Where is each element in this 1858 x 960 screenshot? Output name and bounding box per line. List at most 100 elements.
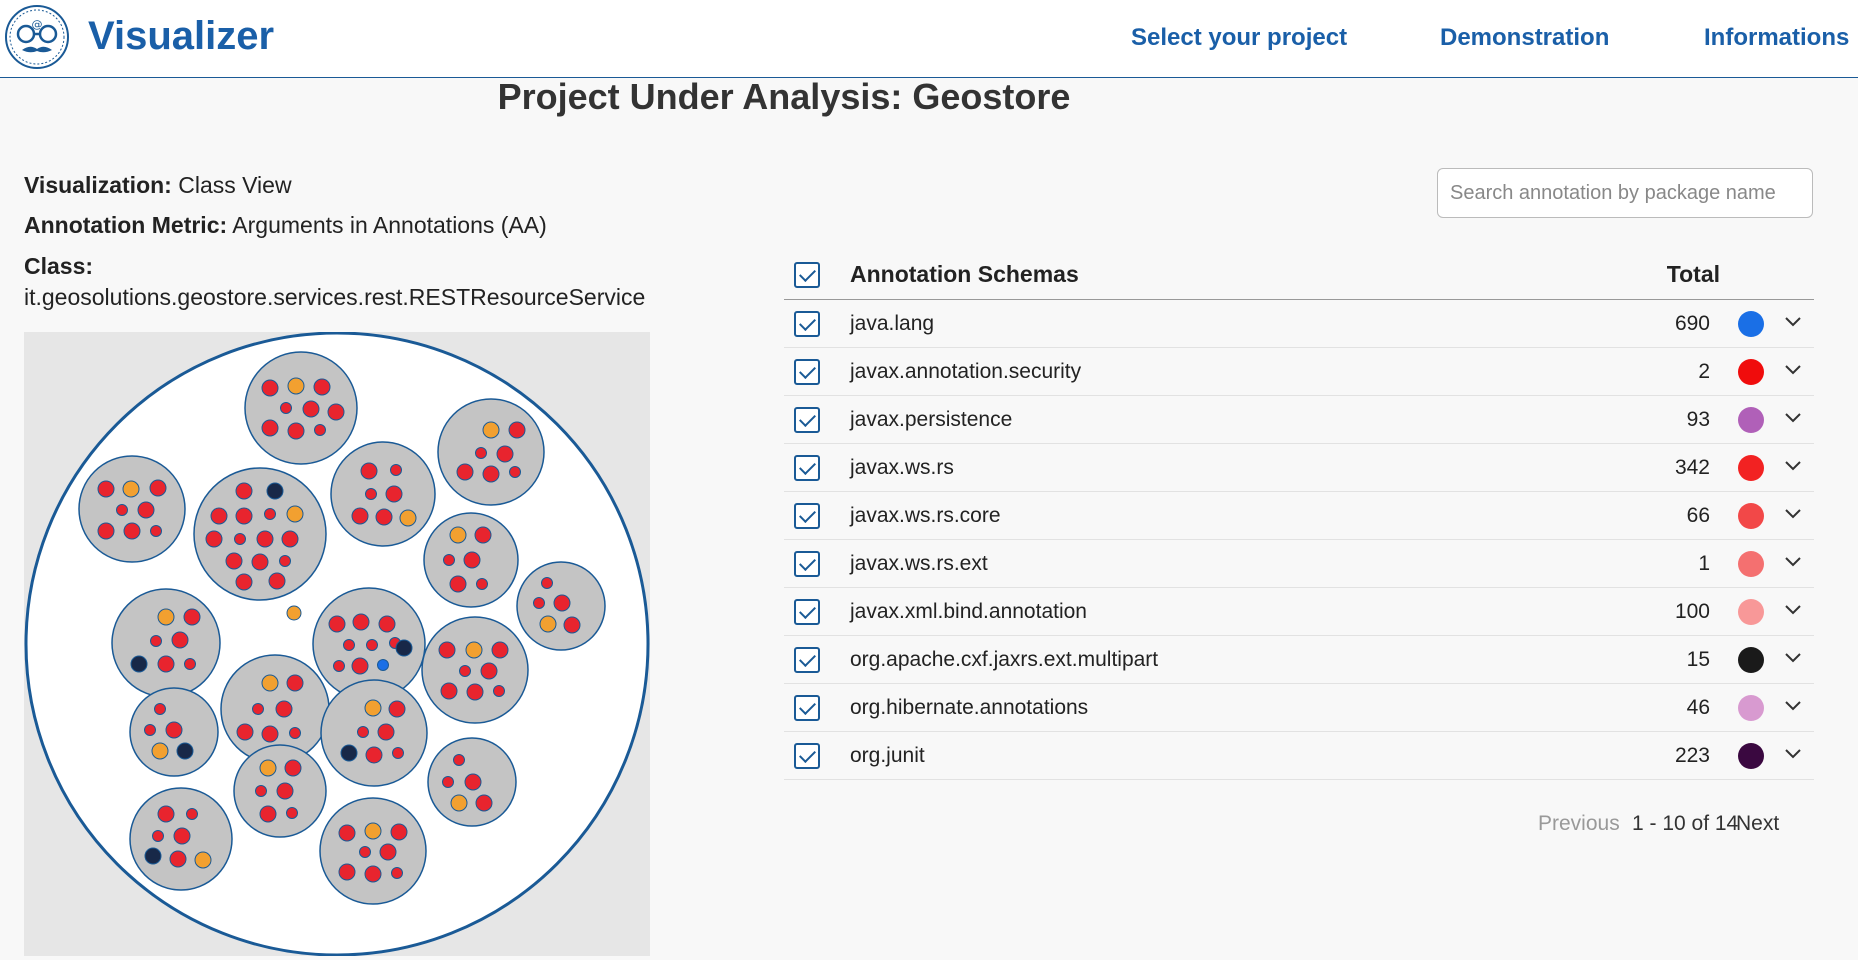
annotation-dot[interactable]	[236, 723, 254, 741]
annotation-dot[interactable]	[252, 703, 264, 715]
method-bubble[interactable]	[78, 455, 186, 563]
chevron-down-icon[interactable]	[1784, 602, 1802, 616]
annotation-dot[interactable]	[256, 530, 274, 548]
annotation-dot[interactable]	[235, 482, 253, 500]
annotation-dot[interactable]	[456, 463, 474, 481]
annotation-dot[interactable]	[287, 377, 305, 395]
annotation-dot[interactable]	[474, 526, 492, 544]
method-bubble[interactable]	[320, 679, 428, 787]
annotation-dot[interactable]	[338, 863, 356, 881]
annotation-dot[interactable]	[169, 850, 187, 868]
annotation-dot[interactable]	[351, 507, 369, 525]
annotation-dot[interactable]	[366, 639, 378, 651]
annotation-dot[interactable]	[150, 635, 162, 647]
method-bubble[interactable]	[421, 616, 529, 724]
annotation-dot[interactable]	[171, 631, 189, 649]
pagination-next[interactable]: Next	[1736, 812, 1779, 836]
chevron-down-icon[interactable]	[1784, 746, 1802, 760]
annotation-dot[interactable]	[482, 465, 500, 483]
annotation-dot[interactable]	[359, 846, 371, 858]
search-annotation-input[interactable]	[1437, 168, 1813, 218]
row-checkbox[interactable]	[794, 407, 820, 433]
annotation-dot[interactable]	[385, 485, 403, 503]
nav-select-project[interactable]: Select your project	[1131, 24, 1347, 52]
annotation-dot[interactable]	[205, 530, 223, 548]
row-checkbox[interactable]	[794, 311, 820, 337]
row-checkbox[interactable]	[794, 551, 820, 577]
annotation-dot[interactable]	[151, 742, 169, 760]
row-checkbox[interactable]	[794, 647, 820, 673]
annotation-dot[interactable]	[97, 522, 115, 540]
annotation-dot[interactable]	[144, 724, 156, 736]
annotation-dot[interactable]	[286, 605, 302, 621]
annotation-dot[interactable]	[259, 759, 277, 777]
annotation-dot[interactable]	[261, 674, 279, 692]
annotation-dot[interactable]	[443, 554, 455, 566]
annotation-dot[interactable]	[357, 726, 369, 738]
annotation-dot[interactable]	[137, 501, 155, 519]
annotation-dot[interactable]	[157, 805, 175, 823]
annotation-dot[interactable]	[364, 699, 382, 717]
annotation-dot[interactable]	[377, 659, 389, 671]
annotation-dot[interactable]	[390, 464, 402, 476]
annotation-dot[interactable]	[459, 665, 471, 677]
annotation-dot[interactable]	[302, 400, 320, 418]
row-checkbox[interactable]	[794, 503, 820, 529]
annotation-dot[interactable]	[286, 807, 298, 819]
annotation-dot[interactable]	[533, 597, 545, 609]
nav-demonstration[interactable]: Demonstration	[1440, 24, 1609, 52]
chevron-down-icon[interactable]	[1784, 554, 1802, 568]
annotation-dot[interactable]	[541, 577, 553, 589]
annotation-dot[interactable]	[173, 827, 191, 845]
class-visualization[interactable]	[24, 332, 650, 956]
annotation-dot[interactable]	[261, 379, 279, 397]
annotation-dot[interactable]	[509, 466, 521, 478]
annotation-dot[interactable]	[235, 573, 253, 591]
annotation-dot[interactable]	[399, 509, 417, 527]
annotation-dot[interactable]	[365, 488, 377, 500]
annotation-dot[interactable]	[183, 608, 201, 626]
annotation-dot[interactable]	[475, 447, 487, 459]
annotation-dot[interactable]	[176, 742, 194, 760]
annotation-dot[interactable]	[123, 522, 141, 540]
row-checkbox[interactable]	[794, 359, 820, 385]
annotation-dot[interactable]	[450, 794, 468, 812]
annotation-dot[interactable]	[289, 727, 301, 739]
annotation-dot[interactable]	[313, 378, 331, 396]
annotation-dot[interactable]	[150, 525, 162, 537]
annotation-dot[interactable]	[266, 482, 284, 500]
row-checkbox[interactable]	[794, 695, 820, 721]
chevron-down-icon[interactable]	[1784, 698, 1802, 712]
annotation-dot[interactable]	[286, 674, 304, 692]
annotation-dot[interactable]	[210, 507, 228, 525]
annotation-dot[interactable]	[130, 655, 148, 673]
annotation-dot[interactable]	[276, 782, 294, 800]
method-bubble[interactable]	[111, 588, 221, 698]
annotation-dot[interactable]	[279, 555, 291, 567]
annotation-dot[interactable]	[539, 615, 557, 633]
annotation-dot[interactable]	[375, 508, 393, 526]
annotation-dot[interactable]	[268, 572, 286, 590]
annotation-dot[interactable]	[333, 660, 345, 672]
annotation-dot[interactable]	[287, 422, 305, 440]
method-bubble[interactable]	[330, 441, 436, 547]
annotation-dot[interactable]	[186, 808, 198, 820]
annotation-dot[interactable]	[491, 641, 509, 659]
chevron-down-icon[interactable]	[1784, 314, 1802, 328]
method-bubble[interactable]	[319, 797, 427, 905]
annotation-dot[interactable]	[152, 830, 164, 842]
annotation-dot[interactable]	[466, 683, 484, 701]
annotation-dot[interactable]	[327, 403, 345, 421]
annotation-dot[interactable]	[97, 480, 115, 498]
annotation-dot[interactable]	[508, 421, 526, 439]
annotation-dot[interactable]	[360, 462, 378, 480]
method-bubble[interactable]	[437, 398, 545, 506]
annotation-dot[interactable]	[235, 507, 253, 525]
annotation-dot[interactable]	[378, 615, 396, 633]
annotation-dot[interactable]	[390, 823, 408, 841]
annotation-dot[interactable]	[377, 723, 395, 741]
annotation-dot[interactable]	[314, 424, 326, 436]
annotation-dot[interactable]	[264, 508, 276, 520]
annotation-dot[interactable]	[261, 725, 279, 743]
annotation-dot[interactable]	[364, 865, 382, 883]
